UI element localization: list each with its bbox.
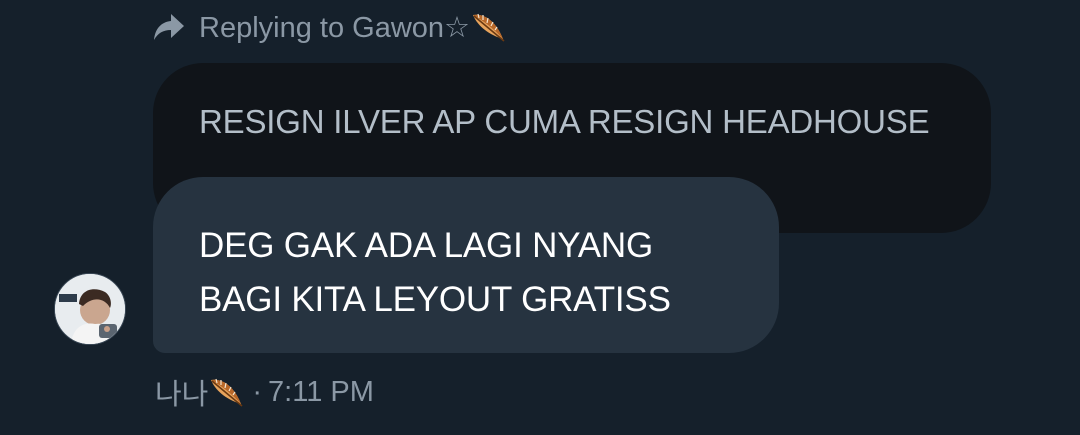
quoted-message-text: RESIGN ILVER AP CUMA RESIGN HEADHOUSE: [199, 103, 930, 140]
message-line: DEG GAK ADA LAGI NYANG: [199, 226, 653, 265]
message-text: DEG GAK ADA LAGI NYANG BAGI KITA LEYOUT …: [199, 219, 671, 327]
dm-conversation: Replying to Gawon☆ RESIGN ILVER AP CUMA …: [0, 0, 1080, 435]
reply-context[interactable]: Replying to Gawon☆: [153, 8, 506, 46]
feather-emoji-icon: [473, 13, 505, 42]
avatar[interactable]: [54, 273, 126, 345]
avatar-photo: [55, 274, 125, 344]
message-bubble[interactable]: DEG GAK ADA LAGI NYANG BAGI KITA LEYOUT …: [153, 177, 779, 353]
reply-label: Replying to Gawon☆: [199, 11, 471, 44]
reply-arrow-icon: [154, 14, 184, 40]
message-timestamp: 7:11 PM: [268, 375, 374, 408]
message-meta: 나나 · 7:11 PM: [155, 372, 374, 412]
message-line: BAGI KITA LEYOUT GRATISS: [199, 280, 671, 319]
sender-name: 나나: [155, 379, 209, 411]
meta-separator: ·: [252, 375, 263, 408]
feather-emoji-icon: [211, 378, 243, 407]
